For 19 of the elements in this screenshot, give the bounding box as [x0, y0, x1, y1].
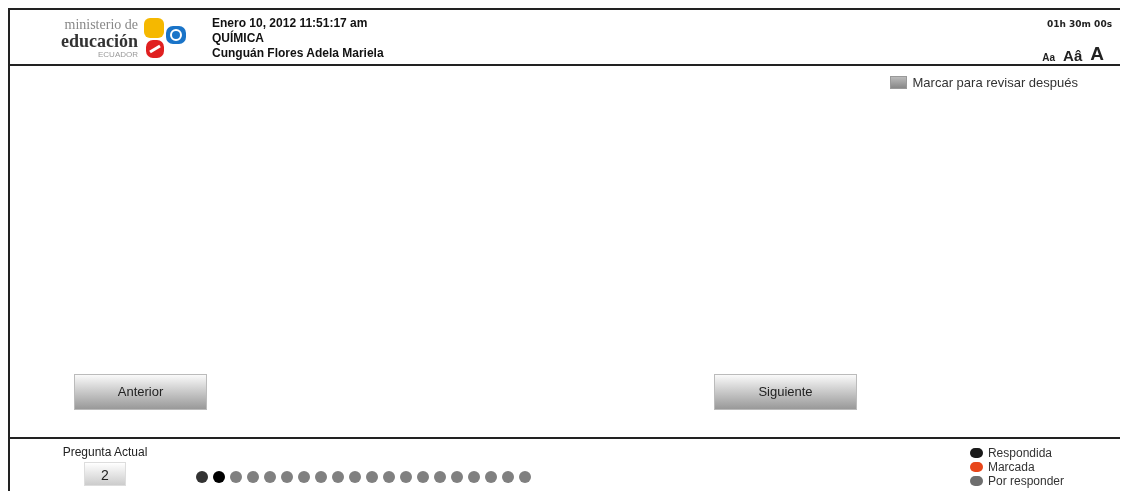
student-name: Cunguán Flores Adela Mariela: [212, 46, 384, 61]
current-question-label: Pregunta Actual: [62, 446, 148, 458]
legend-label: Marcada: [987, 461, 1035, 473]
previous-button[interactable]: Anterior: [74, 374, 207, 410]
subject-name: QUÍMICA: [212, 31, 265, 46]
current-question-field: 2: [84, 462, 126, 486]
legend-label: Respondida: [987, 447, 1052, 459]
font-size-button[interactable]: Aâ: [1063, 48, 1083, 63]
timer: 01h 30m 00s: [1047, 18, 1112, 31]
review-checkbox[interactable]: [889, 76, 907, 90]
logo-text: ministerio de: [64, 18, 138, 32]
exam-date: Enero 10, 2012 11:51:17 am: [212, 16, 369, 30]
legend-label: Por responder: [987, 475, 1064, 487]
font-size-button[interactable]: A: [1090, 44, 1104, 63]
next-button[interactable]: Siguiente: [714, 374, 857, 410]
logo-text: educación: [61, 32, 138, 50]
review-label: Marcar para revisar después: [912, 74, 1078, 92]
logo-subtext: ECUADOR: [98, 51, 138, 59]
font-size-button[interactable]: Aa: [1042, 53, 1056, 63]
